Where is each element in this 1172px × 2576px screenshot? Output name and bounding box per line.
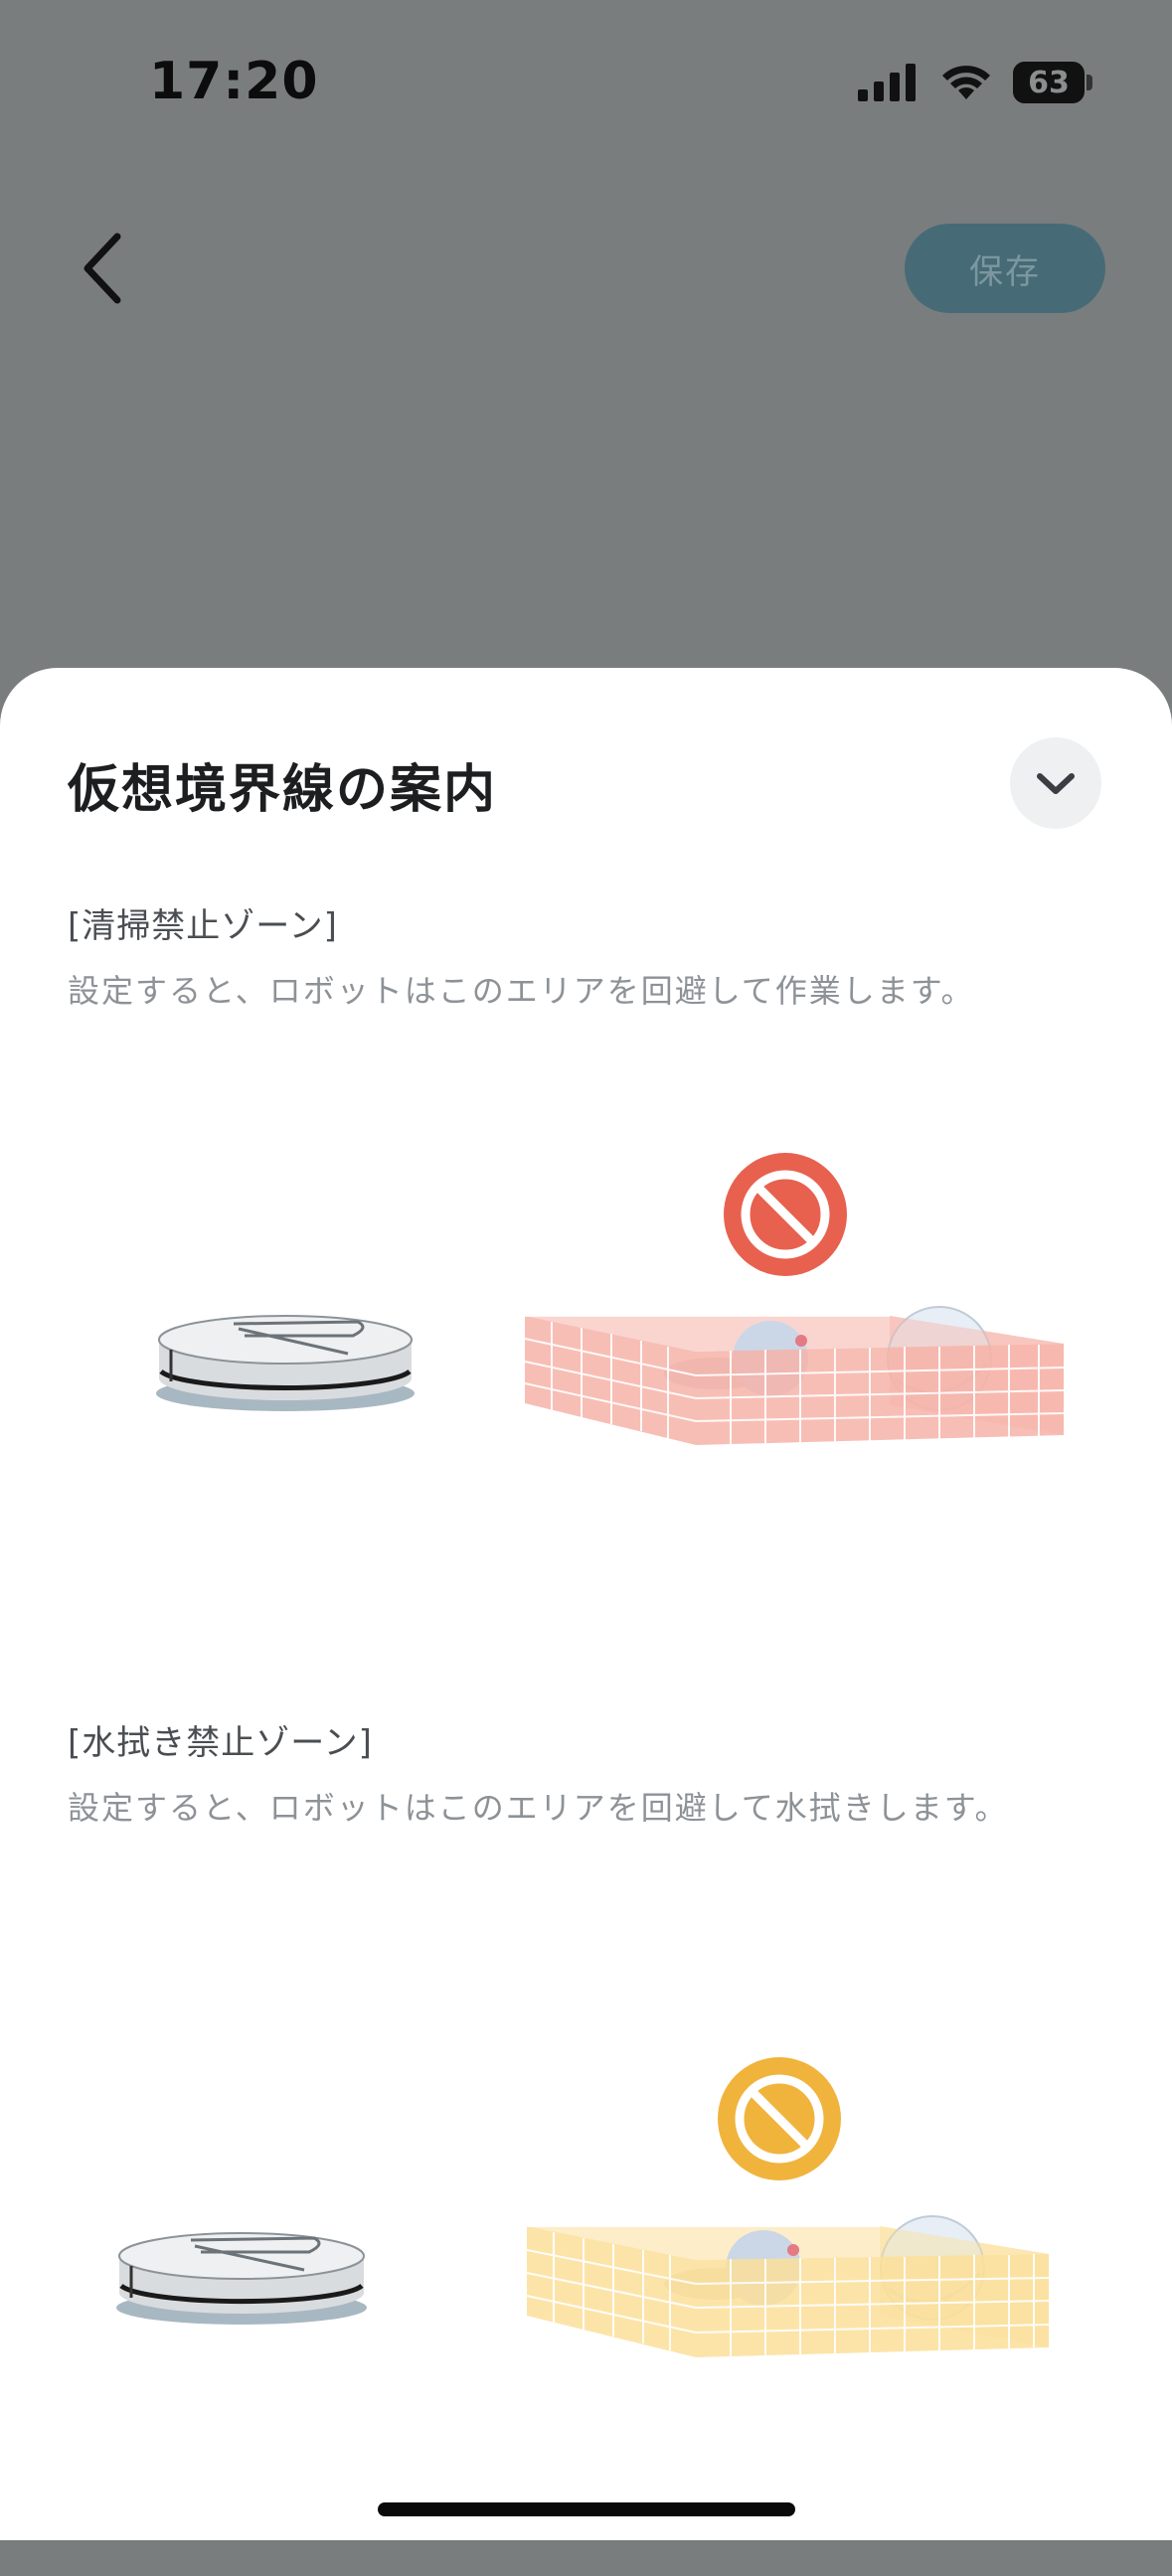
no-mop-zone-description: 設定すると、ロボットはこのエリアを回避して水拭きします。 [68,1789,1009,1827]
robot-vacuum-image [156,1315,415,1411]
status-icons: 63 [858,62,1092,103]
status-bar: 17:20 63 [0,0,1172,169]
home-indicator [378,2502,795,2516]
no-clean-zone-illustration [156,1153,1065,1445]
sheet-title: 仮想境界線の案内 [68,760,498,820]
no-entry-icon [718,2057,841,2180]
back-button[interactable] [70,219,139,318]
no-mop-zone-box [526,2215,1050,2357]
battery-level: 63 [1028,65,1070,100]
battery-icon: 63 [1013,62,1085,103]
no-mop-zone-heading: [水拭き禁止ゾーン] [68,1723,373,1763]
guide-sheet: 仮想境界線の案内 [清掃禁止ゾーン] 設定すると、ロボットはこのエリアを回避して… [0,668,1172,2540]
chevron-down-icon [1037,773,1075,794]
no-entry-icon [724,1153,847,1276]
no-clean-zone-box [524,1306,1065,1445]
no-clean-zone-description: 設定すると、ロボットはこのエリアを回避して作業します。 [68,972,975,1010]
cellular-signal-icon [858,64,916,101]
wifi-icon [942,66,990,99]
status-time: 17:20 [149,52,319,111]
no-mop-zone-illustration [116,2057,1050,2357]
robot-vacuum-image [116,2232,367,2325]
chevron-left-icon [84,233,121,304]
no-clean-zone-heading: [清掃禁止ゾーン] [68,906,338,946]
collapse-button[interactable] [1010,737,1101,829]
save-button[interactable]: 保存 [905,224,1105,313]
